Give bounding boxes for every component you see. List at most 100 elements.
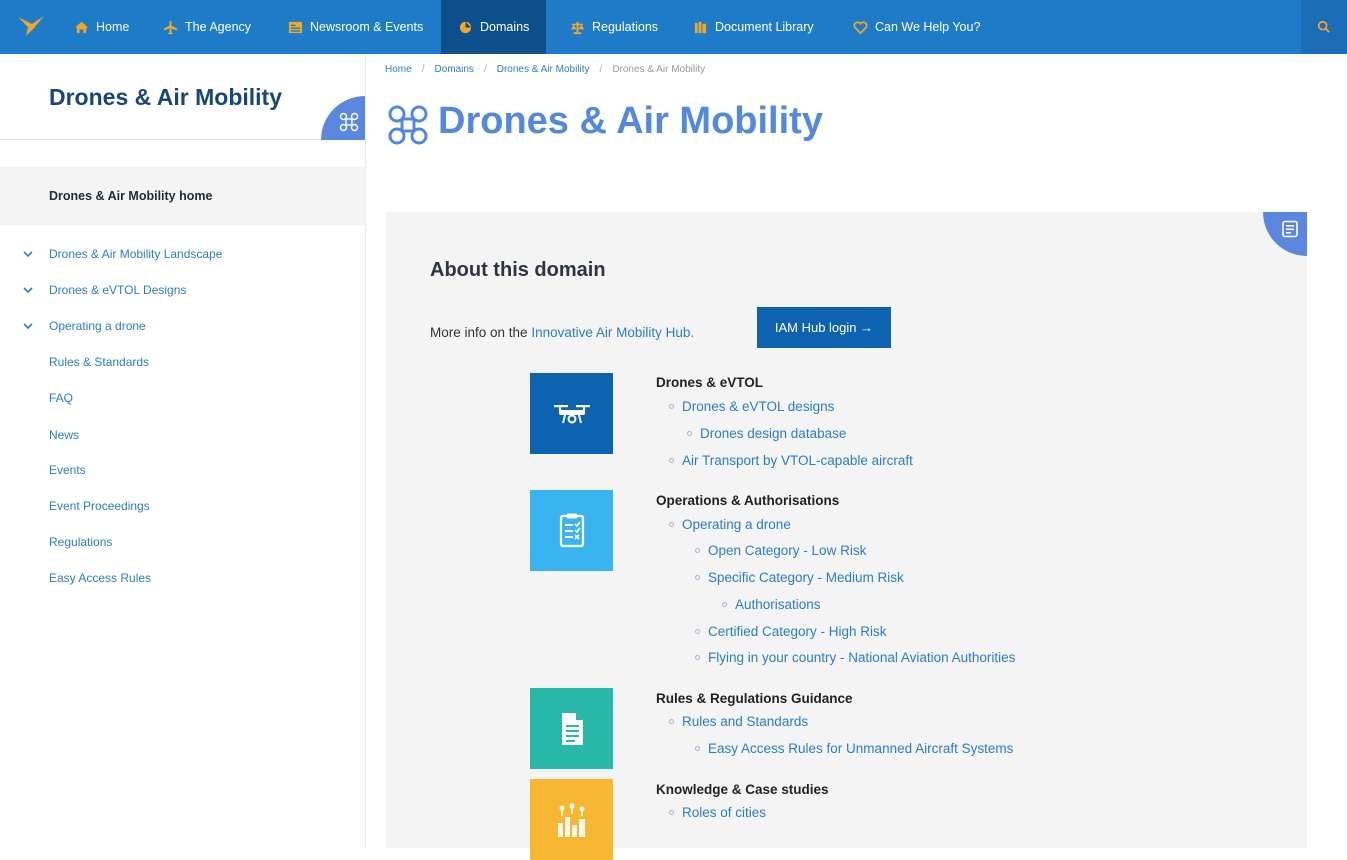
domains-icon bbox=[459, 21, 472, 33]
sidebar-item-regulations[interactable]: Regulations bbox=[49, 533, 112, 551]
search-icon bbox=[1317, 20, 1330, 33]
nav-document-library-label: Document Library bbox=[715, 20, 814, 34]
link-label: Easy Access Rules for Unmanned Aircraft … bbox=[708, 741, 1014, 756]
sidebar-item-news[interactable]: News bbox=[49, 426, 79, 444]
breadcrumb-current: Drones & Air Mobility bbox=[612, 64, 706, 75]
sidebar: Drones & Air Mobility Drones & Air Mobil… bbox=[0, 54, 366, 848]
iam-hub-login-button[interactable]: IAM Hub login → bbox=[757, 307, 891, 348]
link-rules-and-standards[interactable]: Rules and Standards bbox=[669, 714, 808, 729]
plane-icon bbox=[163, 20, 178, 34]
drone-outline-icon bbox=[339, 112, 359, 132]
section-title-knowledge: Knowledge & Case studies bbox=[656, 782, 829, 797]
iam-hub-link[interactable]: Innovative Air Mobility Hub. bbox=[531, 325, 694, 340]
section-title-rules-guidance: Rules & Regulations Guidance bbox=[656, 691, 853, 706]
bullet bbox=[669, 810, 674, 815]
sidebar-item-events[interactable]: Events bbox=[49, 461, 86, 479]
link-label: Authorisations bbox=[735, 597, 821, 612]
link-label: Air Transport by VTOL-capable aircraft bbox=[682, 453, 913, 468]
bullet bbox=[695, 629, 700, 634]
link-drones-evtol-designs[interactable]: Drones & eVTOL designs bbox=[669, 399, 834, 414]
link-label: Rules and Standards bbox=[682, 714, 809, 729]
sidebar-item-designs[interactable]: Drones & eVTOL Designs bbox=[49, 281, 186, 299]
bullet bbox=[695, 548, 700, 553]
rules-guidance-tile[interactable] bbox=[530, 688, 613, 769]
link-air-transport-vtol[interactable]: Air Transport by VTOL-capable aircraft bbox=[669, 453, 913, 468]
drone-icon bbox=[553, 404, 590, 423]
bullet bbox=[687, 431, 692, 436]
link-specific-category[interactable]: Specific Category - Medium Risk bbox=[695, 570, 904, 585]
bullet bbox=[669, 719, 674, 724]
nav-domains[interactable]: Domains bbox=[441, 0, 547, 54]
about-domain-panel: About this domain More info on the Innov… bbox=[386, 212, 1307, 860]
breadcrumb-drones[interactable]: Drones & Air Mobility bbox=[497, 64, 590, 75]
drones-evtol-tile[interactable] bbox=[530, 373, 613, 454]
breadcrumb-domains[interactable]: Domains bbox=[434, 64, 473, 75]
nav-document-library[interactable]: Document Library bbox=[693, 0, 814, 54]
link-flying-in-your-country[interactable]: Flying in your country - National Aviati… bbox=[695, 650, 1015, 665]
sidebar-item-faq[interactable]: FAQ bbox=[49, 389, 73, 407]
breadcrumb-separator: / bbox=[599, 64, 603, 75]
link-label: Drones design database bbox=[700, 426, 847, 441]
about-title: About this domain bbox=[430, 259, 606, 281]
scales-icon bbox=[570, 21, 585, 34]
books-icon bbox=[694, 21, 707, 33]
divider bbox=[0, 139, 352, 140]
city-icon bbox=[557, 803, 585, 837]
operations-tile[interactable] bbox=[530, 490, 613, 571]
breadcrumb-separator: / bbox=[421, 64, 425, 75]
nav-can-we-help-you[interactable]: Can We Help You? bbox=[853, 0, 980, 54]
section-title-operations: Operations & Authorisations bbox=[656, 493, 840, 508]
content-corner-badge bbox=[1263, 212, 1307, 256]
nav-home[interactable]: Home bbox=[74, 0, 129, 54]
clipboard-icon bbox=[559, 513, 584, 547]
sidebar-home-link[interactable]: Drones & Air Mobility home bbox=[0, 167, 365, 225]
chevron-down-icon[interactable] bbox=[22, 320, 34, 332]
easa-logo-icon[interactable] bbox=[16, 14, 46, 38]
nav-home-label: Home bbox=[96, 20, 130, 34]
sidebar-item-operating[interactable]: Operating a drone bbox=[49, 317, 146, 335]
bullet bbox=[722, 602, 727, 607]
document-list-icon bbox=[1282, 220, 1298, 238]
nav-regulations[interactable]: Regulations bbox=[570, 0, 658, 54]
breadcrumb-separator: / bbox=[483, 64, 487, 75]
search-button[interactable] bbox=[1301, 0, 1347, 54]
sidebar-corner-badge bbox=[321, 96, 365, 140]
bullet bbox=[669, 522, 674, 527]
link-roles-of-cities[interactable]: Roles of cities bbox=[669, 805, 766, 820]
drone-outline-icon bbox=[388, 105, 428, 145]
sidebar-item-easy-access-rules[interactable]: Easy Access Rules bbox=[49, 569, 151, 587]
sidebar-item-landscape[interactable]: Drones & Air Mobility Landscape bbox=[49, 245, 222, 263]
link-certified-category[interactable]: Certified Category - High Risk bbox=[695, 624, 887, 639]
sidebar-item-rules-standards[interactable]: Rules & Standards bbox=[49, 353, 149, 371]
nav-can-we-help-you-label: Can We Help You? bbox=[875, 20, 981, 34]
link-label: Drones & eVTOL designs bbox=[682, 399, 835, 414]
nav-domains-label: Domains bbox=[480, 20, 530, 34]
more-info-text: More info on the Innovative Air Mobility… bbox=[430, 325, 694, 340]
nav-the-agency-label: The Agency bbox=[185, 20, 252, 34]
bullet bbox=[695, 655, 700, 660]
document-icon bbox=[561, 712, 583, 745]
heart-icon bbox=[853, 20, 868, 34]
link-operating-a-drone[interactable]: Operating a drone bbox=[669, 517, 791, 532]
nav-regulations-label: Regulations bbox=[592, 20, 659, 34]
home-icon bbox=[74, 21, 89, 33]
link-easy-access-rules-uas[interactable]: Easy Access Rules for Unmanned Aircraft … bbox=[695, 741, 1013, 756]
sidebar-item-event-proceedings[interactable]: Event Proceedings bbox=[49, 497, 150, 515]
sidebar-title: Drones & Air Mobility bbox=[49, 84, 282, 110]
bullet bbox=[669, 404, 674, 409]
link-authorisations[interactable]: Authorisations bbox=[722, 597, 821, 612]
breadcrumb: Home / Domains / Drones & Air Mobility /… bbox=[385, 64, 705, 75]
breadcrumb-home[interactable]: Home bbox=[385, 64, 412, 75]
nav-the-agency[interactable]: The Agency bbox=[163, 0, 251, 54]
page-title: Drones & Air Mobility bbox=[438, 100, 823, 142]
chevron-down-icon[interactable] bbox=[22, 248, 34, 260]
link-label: Specific Category - Medium Risk bbox=[708, 570, 904, 585]
nav-newsroom-events-label: Newsroom & Events bbox=[310, 20, 424, 34]
section-title-drones-evtol: Drones & eVTOL bbox=[656, 375, 764, 390]
bullet bbox=[669, 458, 674, 463]
chevron-down-icon[interactable] bbox=[22, 284, 34, 296]
link-open-category[interactable]: Open Category - Low Risk bbox=[695, 543, 866, 558]
nav-newsroom-events[interactable]: Newsroom & Events bbox=[288, 0, 423, 54]
link-drones-design-database[interactable]: Drones design database bbox=[687, 426, 846, 441]
link-label: Roles of cities bbox=[682, 805, 767, 820]
